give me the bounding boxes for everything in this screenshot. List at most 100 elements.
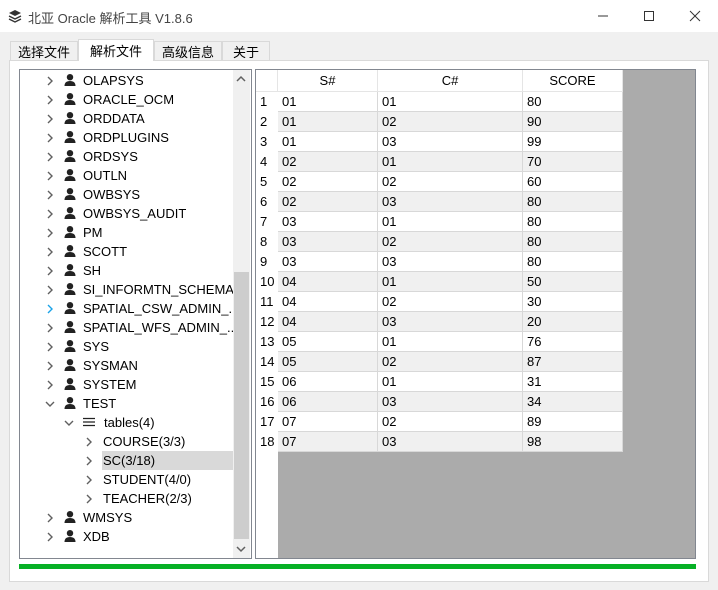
grid-cell[interactable]: 90: [523, 112, 623, 132]
grid-cell[interactable]: 01: [278, 132, 378, 152]
tree-item[interactable]: OUTLN: [20, 166, 234, 185]
grid-cell[interactable]: 03: [378, 392, 523, 412]
chevron-right-icon[interactable]: [45, 190, 55, 200]
grid-cell[interactable]: 60: [523, 172, 623, 192]
grid-cell[interactable]: 80: [523, 232, 623, 252]
grid-cell[interactable]: 02: [278, 172, 378, 192]
grid-cell[interactable]: 01: [378, 212, 523, 232]
tree-item[interactable]: SH: [20, 261, 234, 280]
grid-cell[interactable]: 07: [278, 412, 378, 432]
grid-cell[interactable]: 03: [278, 232, 378, 252]
grid-cell[interactable]: 80: [523, 252, 623, 272]
scroll-up-icon[interactable]: [236, 74, 246, 84]
grid-cell[interactable]: 02: [378, 292, 523, 312]
data-grid[interactable]: S# C# SCORE 1 01 01 80 2 01 02 90 3 01 03 99 4 02 01 70 5 02…: [255, 69, 696, 559]
chevron-right-icon[interactable]: [45, 266, 55, 276]
chevron-down-icon[interactable]: [45, 399, 55, 409]
tree-item[interactable]: WMSYS: [20, 508, 234, 527]
grid-cell[interactable]: 50: [523, 272, 623, 292]
tree-item[interactable]: SC(3/18): [20, 451, 234, 470]
chevron-right-icon[interactable]: [45, 209, 55, 219]
tab-advanced-info[interactable]: 高级信息: [154, 41, 222, 60]
chevron-right-icon[interactable]: [45, 285, 55, 295]
grid-cell[interactable]: 80: [523, 92, 623, 112]
grid-cell[interactable]: 03: [378, 192, 523, 212]
chevron-right-icon[interactable]: [45, 323, 55, 333]
tree-item[interactable]: OLAPSYS: [20, 71, 234, 90]
tree-item[interactable]: SYS: [20, 337, 234, 356]
grid-cell[interactable]: 03: [378, 432, 523, 452]
grid-cell[interactable]: 04: [278, 312, 378, 332]
tree-item[interactable]: ORDDATA: [20, 109, 234, 128]
grid-cell[interactable]: 01: [378, 272, 523, 292]
schema-tree[interactable]: OLAPSYS ORACLE_OCM ORDDATA ORDPLUGINS ORDSYS…: [19, 69, 252, 559]
tree-item[interactable]: SCOTT: [20, 242, 234, 261]
chevron-right-icon[interactable]: [45, 228, 55, 238]
grid-cell[interactable]: 01: [278, 112, 378, 132]
grid-cell[interactable]: 02: [378, 112, 523, 132]
chevron-right-icon[interactable]: [45, 152, 55, 162]
chevron-right-icon[interactable]: [45, 380, 55, 390]
grid-cell[interactable]: 03: [378, 132, 523, 152]
grid-cell[interactable]: 20: [523, 312, 623, 332]
grid-cell[interactable]: 06: [278, 372, 378, 392]
grid-cell[interactable]: 01: [378, 152, 523, 172]
grid-cell[interactable]: 30: [523, 292, 623, 312]
tree-item[interactable]: SYSMAN: [20, 356, 234, 375]
grid-cell[interactable]: 06: [278, 392, 378, 412]
chevron-right-icon[interactable]: [45, 114, 55, 124]
grid-cell[interactable]: 01: [378, 92, 523, 112]
tab-parse-file[interactable]: 解析文件: [78, 39, 154, 61]
grid-cell[interactable]: 05: [278, 332, 378, 352]
grid-cell[interactable]: 03: [278, 212, 378, 232]
grid-cell[interactable]: 80: [523, 212, 623, 232]
chevron-right-icon[interactable]: [84, 437, 94, 447]
grid-cell[interactable]: 05: [278, 352, 378, 372]
close-button[interactable]: [672, 0, 718, 32]
grid-cell[interactable]: 31: [523, 372, 623, 392]
tree-item[interactable]: OWBSYS_AUDIT: [20, 204, 234, 223]
grid-cell[interactable]: 89: [523, 412, 623, 432]
grid-cell[interactable]: 02: [278, 192, 378, 212]
tree-item[interactable]: SI_INFORMTN_SCHEMA: [20, 280, 234, 299]
tree-item[interactable]: OWBSYS: [20, 185, 234, 204]
grid-cell[interactable]: 04: [278, 292, 378, 312]
grid-cell[interactable]: 70: [523, 152, 623, 172]
chevron-right-icon[interactable]: [45, 133, 55, 143]
chevron-right-icon[interactable]: [84, 494, 94, 504]
grid-cell[interactable]: 07: [278, 432, 378, 452]
tree-scrollbar[interactable]: [233, 70, 250, 558]
grid-cell[interactable]: 98: [523, 432, 623, 452]
tab-select-file[interactable]: 选择文件: [10, 41, 78, 60]
chevron-right-icon[interactable]: [45, 247, 55, 257]
grid-cell[interactable]: 99: [523, 132, 623, 152]
chevron-right-icon[interactable]: [45, 171, 55, 181]
grid-cell[interactable]: 03: [378, 312, 523, 332]
grid-cell[interactable]: 04: [278, 272, 378, 292]
grid-cell[interactable]: 01: [278, 92, 378, 112]
chevron-right-icon[interactable]: [45, 532, 55, 542]
tree-item[interactable]: SPATIAL_CSW_ADMIN_...: [20, 299, 239, 318]
grid-cell[interactable]: 02: [378, 412, 523, 432]
grid-cell[interactable]: 87: [523, 352, 623, 372]
tree-item[interactable]: SPATIAL_WFS_ADMIN_...: [20, 318, 238, 337]
grid-cell[interactable]: 01: [378, 372, 523, 392]
tree-item[interactable]: ORACLE_OCM: [20, 90, 234, 109]
grid-cell[interactable]: 03: [378, 252, 523, 272]
grid-cell[interactable]: 01: [378, 332, 523, 352]
grid-cell[interactable]: 76: [523, 332, 623, 352]
tree-item[interactable]: TEACHER(2/3): [20, 489, 234, 508]
chevron-right-icon[interactable]: [45, 513, 55, 523]
tree-item[interactable]: ORDSYS: [20, 147, 234, 166]
tree-scrollbar-thumb[interactable]: [234, 272, 249, 539]
grid-cell[interactable]: 02: [378, 232, 523, 252]
grid-cell[interactable]: 02: [278, 152, 378, 172]
grid-cell[interactable]: 34: [523, 392, 623, 412]
grid-cell[interactable]: 02: [378, 352, 523, 372]
tree-item[interactable]: SYSTEM: [20, 375, 234, 394]
tab-about[interactable]: 关于: [222, 41, 270, 60]
tree-item[interactable]: PM: [20, 223, 234, 242]
chevron-right-icon[interactable]: [84, 475, 94, 485]
tree-item[interactable]: TEST: [20, 394, 234, 413]
chevron-down-icon[interactable]: [64, 418, 74, 428]
